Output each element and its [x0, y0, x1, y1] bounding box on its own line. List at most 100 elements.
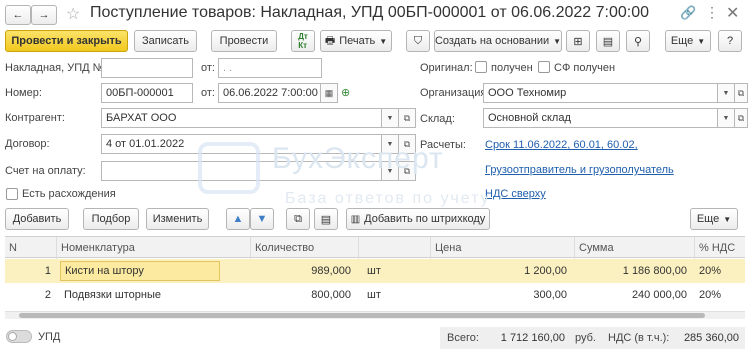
chevron-down-icon: ▼	[553, 36, 562, 46]
add-row-button[interactable]: Добавить	[5, 208, 69, 230]
table-row[interactable]: 1 Кисти на штору 989,000 шт 1 200,00 1 1…	[5, 259, 745, 283]
chevron-down-icon: ▼	[386, 114, 394, 122]
dt-kt-icon: Дт Кт	[298, 32, 308, 50]
sf-received-label: СФ получен	[554, 62, 616, 74]
upd-toggle[interactable]	[6, 330, 32, 343]
save-button[interactable]: Записать	[134, 30, 197, 52]
currency-label: руб.	[575, 332, 596, 344]
paste-button[interactable]: ▤	[314, 208, 338, 230]
structure-button[interactable]: ⊞	[566, 30, 590, 52]
close-icon[interactable]: ✕	[726, 3, 739, 23]
select-items-button[interactable]: Подбор	[83, 208, 139, 230]
table-row[interactable]: 2 Подвязки шторные 800,000 шт 300,00 240…	[5, 283, 745, 307]
row-nomenclature[interactable]: Подвязки шторные	[60, 283, 240, 307]
column-quantity[interactable]: Количество	[251, 237, 359, 259]
horizontal-scrollbar[interactable]	[5, 311, 745, 319]
row-price[interactable]: 300,00	[431, 283, 571, 307]
vat-total-label: НДС (в т.ч.):	[608, 332, 670, 344]
change-button[interactable]: Изменить	[146, 208, 209, 230]
more-vertical-icon[interactable]: ⋮	[705, 4, 719, 21]
attach-button[interactable]: ⚲	[626, 30, 650, 52]
counterparty-dropdown[interactable]: ▼	[381, 108, 399, 128]
scrollbar-thumb[interactable]	[19, 313, 705, 318]
move-up-button[interactable]: ▲	[226, 208, 250, 230]
paperclip-icon: ⚲	[633, 35, 643, 48]
sf-received-checkbox[interactable]	[538, 61, 550, 73]
date-field[interactable]: 06.06.2022 7:00:00	[218, 83, 322, 103]
row-vat[interactable]: 20%	[695, 283, 745, 307]
add-by-barcode-button[interactable]: ▥ Добавить по штрихкоду	[346, 208, 490, 230]
hierarchy-icon: ⊞	[573, 35, 583, 48]
report-button[interactable]: ▤	[596, 30, 620, 52]
watermark-logo-icon	[198, 142, 260, 194]
organization-label: Организация:	[420, 87, 490, 99]
column-sum[interactable]: Сумма	[575, 237, 695, 259]
more-button[interactable]: Еще ▼	[665, 30, 711, 52]
row-price[interactable]: 1 200,00	[431, 259, 571, 283]
debit-credit-button[interactable]: Дт Кт	[291, 30, 315, 52]
open-icon: ⧉	[737, 87, 745, 98]
calendar-icon: ▦	[324, 87, 334, 98]
row-nomenclature[interactable]: Кисти на штору	[60, 261, 220, 281]
help-button[interactable]: ?	[718, 30, 742, 52]
organization-field[interactable]: ООО Техномир	[483, 83, 719, 103]
open-icon: ⧉	[737, 112, 745, 123]
arrow-down-icon: ▼	[256, 213, 268, 225]
link-icon[interactable]: 🔗	[680, 5, 696, 21]
copy-row-button[interactable]: ⧉	[286, 208, 310, 230]
favorite-star-icon[interactable]: ☆	[66, 4, 80, 24]
discrepancy-checkbox[interactable]	[6, 188, 18, 200]
settlements-link[interactable]: Срок 11.06.2022, 60.01, 60.02,	[485, 139, 638, 151]
toggle-knob	[8, 332, 17, 341]
original-label: Оригинал:	[420, 62, 473, 74]
table-more-button[interactable]: Еще ▼	[690, 208, 738, 230]
create-based-on-button[interactable]: Создать на основании ▼	[434, 30, 562, 52]
row-sum[interactable]: 1 186 800,00	[575, 259, 691, 283]
counterparty-label: Контрагент:	[5, 112, 65, 124]
post-and-close-button[interactable]: Провести и закрыть	[5, 30, 128, 52]
row-number: 1	[44, 265, 51, 277]
chevron-down-icon: ▼	[722, 114, 730, 122]
post-button[interactable]: Провести	[211, 30, 277, 52]
row-quantity[interactable]: 989,000	[251, 259, 355, 283]
vat-link[interactable]: НДС сверху	[485, 188, 546, 200]
invoice-date-field[interactable]: . .	[218, 58, 322, 78]
row-unit[interactable]: шт	[363, 259, 423, 283]
invoice-date-label: от:	[201, 62, 215, 74]
warehouse-dropdown[interactable]: ▼	[717, 108, 735, 128]
counterparty-open-button[interactable]: ⧉	[398, 108, 416, 128]
counterparty-field[interactable]: БАРХАТ ООО	[101, 108, 383, 128]
barcode-icon: ▥	[350, 213, 361, 225]
row-sum[interactable]: 240 000,00	[575, 283, 691, 307]
print-button[interactable]: 🖶 Печать ▼	[320, 30, 392, 52]
organization-open-button[interactable]: ⧉	[734, 83, 748, 103]
move-down-button[interactable]: ▼	[250, 208, 274, 230]
organization-dropdown[interactable]: ▼	[717, 83, 735, 103]
original-received-checkbox[interactable]	[475, 61, 487, 73]
shipper-consignee-link[interactable]: Грузоотправитель и грузополучатель	[485, 164, 674, 176]
invoice-number-field[interactable]	[101, 58, 193, 78]
calendar-button[interactable]: ▦	[320, 83, 338, 103]
back-button[interactable]: ←	[5, 5, 31, 25]
number-field[interactable]: 00БП-000001	[101, 83, 193, 103]
row-quantity[interactable]: 800,000	[251, 283, 355, 307]
total-label: Всего:	[447, 332, 479, 344]
mail-button[interactable]: ⛉	[406, 30, 430, 52]
hierarchy-icon[interactable]: ⊕	[341, 86, 350, 99]
copy-icon: ⧉	[294, 212, 302, 225]
column-price[interactable]: Цена	[431, 237, 575, 259]
column-unit[interactable]	[359, 237, 431, 259]
column-n[interactable]: N	[5, 237, 57, 259]
chevron-down-icon: ▼	[722, 89, 730, 97]
column-vat[interactable]: % НДС	[695, 237, 745, 259]
forward-button[interactable]: →	[31, 5, 57, 25]
window-title: Поступление товаров: Накладная, УПД 00БП…	[90, 4, 649, 21]
warehouse-field[interactable]: Основной склад	[483, 108, 719, 128]
row-vat[interactable]: 20%	[695, 259, 745, 283]
row-number: 2	[44, 289, 51, 301]
column-nomenclature[interactable]: Номенклатура	[57, 237, 251, 259]
arrow-right-icon: →	[38, 9, 50, 21]
row-unit[interactable]: шт	[363, 283, 423, 307]
warehouse-open-button[interactable]: ⧉	[734, 108, 748, 128]
warehouse-label: Склад:	[420, 113, 455, 125]
